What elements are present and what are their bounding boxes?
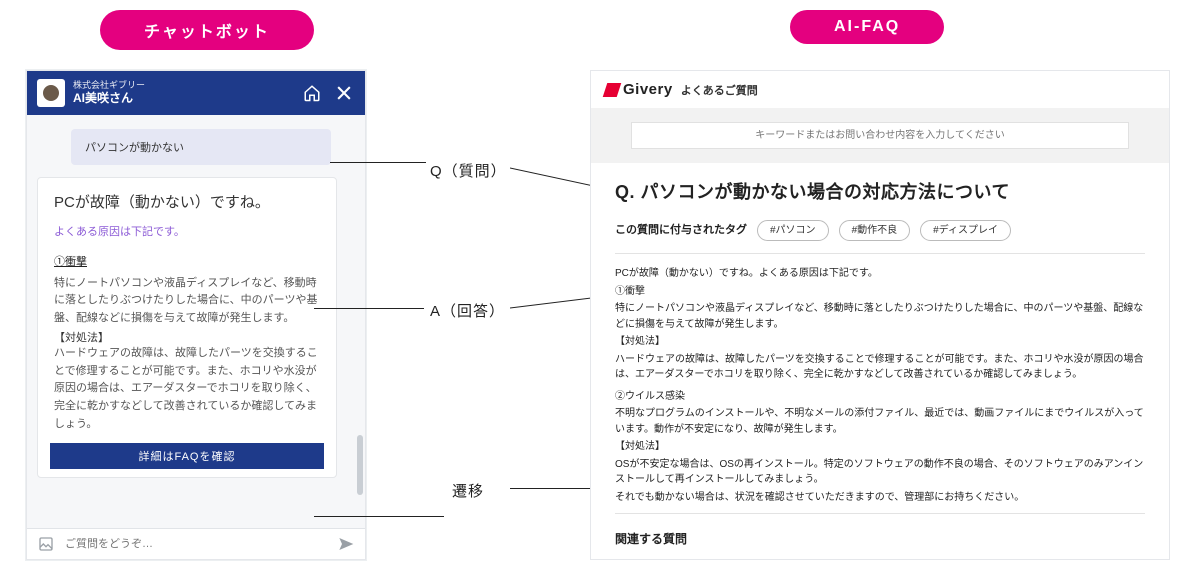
answer-card-p1: 特にノートパソコンや液晶ディスプレイなど、移動時に落としたりぶつけたりした場合に…	[54, 275, 320, 328]
close-icon[interactable]	[333, 82, 355, 104]
annotation-nav: 遷移	[452, 480, 484, 501]
line-a-left	[314, 308, 424, 309]
home-icon[interactable]	[301, 82, 323, 104]
faq-b1-t: 【対処法】	[615, 334, 1145, 350]
user-message-bubble: パソコンが動かない	[71, 129, 331, 165]
chat-org-name: 株式会社ギブリー	[73, 80, 293, 91]
givery-logo-text: Givery	[623, 81, 673, 98]
faq-b2-p: 不明なプログラムのインストールや、不明なメールの添付ファイル、最近では、動画ファ…	[615, 406, 1145, 437]
chat-body: パソコンが動かない PCが故障（動かない）ですね。 よくある原因は下記です。 ①…	[27, 115, 365, 528]
faq-b2-t: 【対処法】	[615, 439, 1145, 455]
bot-avatar	[37, 79, 65, 107]
faq-lead: PCが故障（動かない）ですね。よくある原因は下記です。	[615, 266, 1145, 282]
faq-detail-button[interactable]: 詳細はFAQを確認	[50, 443, 324, 469]
answer-card-p2: ハードウェアの故障は、故障したパーツを交換することで修理することが可能です。また…	[54, 345, 320, 433]
faq-tag[interactable]: #動作不良	[839, 220, 911, 241]
line-q-left	[330, 162, 426, 163]
givery-logo-mark-icon	[603, 83, 622, 97]
answer-card-title: PCが故障（動かない）ですね。	[54, 192, 320, 215]
send-icon[interactable]	[337, 535, 355, 553]
scrollbar-thumb[interactable]	[357, 435, 363, 495]
faq-b1-h: ①衝撃	[615, 284, 1145, 300]
chat-title-block: 株式会社ギブリー AI美咲さん	[73, 80, 293, 105]
related-item[interactable]: Q.代替機の貸し出しについて	[615, 558, 1145, 559]
divider	[615, 513, 1145, 514]
faq-content: Q. パソコンが動かない場合の対応方法について この質問に付与されたタグ #パソ…	[591, 163, 1169, 559]
faq-answer-body: PCが故障（動かない）ですね。よくある原因は下記です。 ①衝撃 特にノートパソコ…	[615, 266, 1145, 505]
faq-search-input[interactable]	[631, 122, 1129, 149]
chat-header: 株式会社ギブリー AI美咲さん	[27, 71, 365, 115]
faq-header-subtitle: よくあるご質問	[681, 82, 758, 98]
faq-search-bar	[591, 108, 1169, 163]
bot-answer-card: PCが故障（動かない）ですね。 よくある原因は下記です。 ①衝撃 特にノートパソ…	[37, 177, 337, 478]
faq-b1-t-p: ハードウェアの故障は、故障したパーツを交換することで修理することが可能です。また…	[615, 352, 1145, 383]
section-title-chatbot: チャットボット	[100, 10, 314, 50]
line-nav-left	[314, 516, 444, 517]
faq-question-title: Q. パソコンが動かない場合の対応方法について	[615, 179, 1145, 206]
related-list: Q.代替機の貸し出しについて Q.PCバッテリーの交換について Q.会社支給のス…	[615, 558, 1145, 559]
faq-b2-t-p2: それでも動かない場合は、状況を確認させていただきますので、管理部にお持ちください…	[615, 490, 1145, 506]
faq-tag-row: この質問に付与されたタグ #パソコン #動作不良 #ディスプレイ	[615, 220, 1145, 241]
image-upload-icon[interactable]	[37, 535, 55, 553]
chat-input-bar	[27, 528, 365, 559]
divider	[615, 253, 1145, 254]
chat-text-input[interactable]	[65, 538, 327, 550]
faq-b1-p: 特にノートパソコンや液晶ディスプレイなど、移動時に落としたりぶつけたりした場合に…	[615, 301, 1145, 332]
faq-tag[interactable]: #ディスプレイ	[920, 220, 1011, 241]
section-title-aifaq: AI-FAQ	[790, 10, 944, 44]
answer-card-h1: ①衝撃	[54, 253, 320, 269]
chat-panel: 株式会社ギブリー AI美咲さん パソコンが動かない PCが故障（動かない）ですね…	[26, 70, 366, 560]
related-heading: 関連する質問	[615, 530, 1145, 548]
faq-b2-h: ②ウイルス感染	[615, 389, 1145, 405]
faq-tag-label: この質問に付与されたタグ	[615, 222, 747, 239]
givery-logo: Givery	[605, 81, 673, 98]
annotation-question: Q（質問）	[430, 160, 507, 181]
annotation-answer: A（回答）	[430, 300, 505, 321]
faq-header: Givery よくあるご質問	[591, 71, 1169, 108]
answer-card-sublabel: 【対処法】	[54, 329, 320, 345]
faq-panel: Givery よくあるご質問 Q. パソコンが動かない場合の対応方法について こ…	[590, 70, 1170, 560]
chat-bot-name: AI美咲さん	[73, 91, 293, 105]
faq-b2-t-p1: OSが不安定な場合は、OSの再インストール。特定のソフトウェアの動作不良の場合、…	[615, 457, 1145, 488]
faq-tag[interactable]: #パソコン	[757, 220, 829, 241]
answer-card-note: よくある原因は下記です。	[54, 223, 320, 239]
